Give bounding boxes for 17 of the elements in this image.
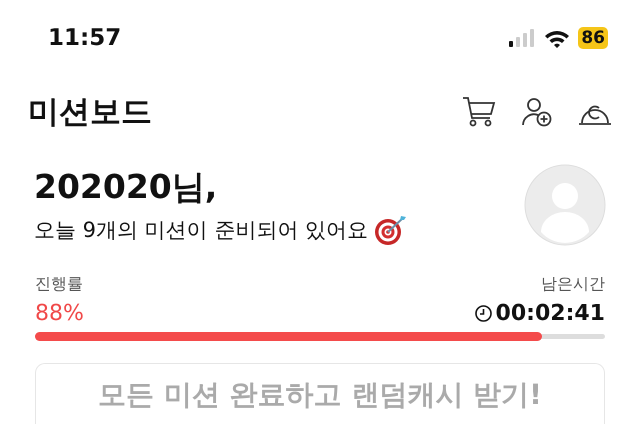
target-icon [374, 214, 408, 246]
cart-icon[interactable] [462, 96, 496, 128]
mission-message: 오늘 9개의 미션이 준비되어 있어요 [34, 216, 368, 244]
page-title: 미션보드 [28, 93, 152, 132]
remaining-time-label: 남은시간 [541, 274, 605, 295]
progress-label: 진행률 [35, 274, 83, 295]
reward-message: 모든 미션 완료하고 랜덤캐시 받기! [98, 377, 542, 413]
clock-icon [474, 305, 492, 322]
battery-level: 86 [578, 27, 608, 49]
remaining-time: 00:02:41 [496, 301, 605, 326]
avatar-icon [524, 164, 606, 246]
clock-time: 11:57 [48, 25, 122, 51]
progress-percent: 88% [35, 301, 84, 326]
signal-icon [508, 29, 536, 47]
wifi-icon [544, 28, 570, 48]
user-greeting: 202020님, [34, 166, 218, 208]
add-friend-icon[interactable] [522, 97, 552, 127]
